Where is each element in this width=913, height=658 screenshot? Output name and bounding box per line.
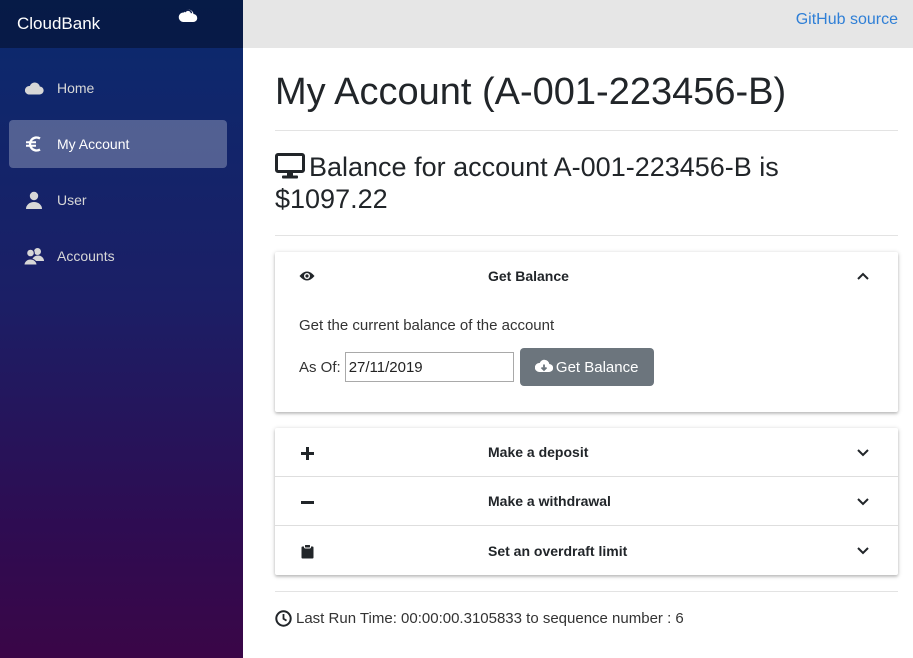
- panel-title: Make a withdrawal: [488, 493, 611, 509]
- overdraft-header[interactable]: Set an overdraft limit: [275, 526, 898, 575]
- panel-description: Get the current balance of the account: [299, 317, 555, 334]
- panel-title: Make a deposit: [488, 444, 589, 460]
- chevron-down-icon: [857, 498, 869, 506]
- button-label: Get Balance: [555, 358, 639, 376]
- brand-name[interactable]: CloudBank: [17, 14, 100, 34]
- eye-icon: [298, 268, 316, 284]
- panel-title: Get Balance: [488, 268, 569, 284]
- sidebar-item-home[interactable]: Home: [9, 64, 227, 112]
- cloud-icon: [178, 9, 198, 23]
- actions-accordion: Make a deposit Make a withdrawal Set an …: [275, 428, 898, 575]
- divider: [275, 591, 898, 592]
- divider: [275, 130, 898, 131]
- sidebar-item-my-account[interactable]: My Account: [9, 120, 227, 168]
- balance-text: Balance for account A-001-223456-B is $1…: [275, 152, 779, 214]
- as-of-row: As Of: Get Balance: [299, 348, 874, 386]
- cloud-download-icon: [534, 359, 553, 373]
- plus-icon: [298, 445, 316, 461]
- get-balance-button[interactable]: Get Balance: [519, 348, 654, 386]
- users-icon: [24, 247, 44, 265]
- last-run-footer: Last Run Time: 00:00:00.3105833 to seque…: [275, 610, 898, 627]
- as-of-date-input[interactable]: [344, 352, 514, 382]
- minus-icon: [298, 494, 316, 510]
- top-bar: GitHub source: [243, 0, 913, 48]
- sidebar-item-label: Home: [57, 80, 95, 96]
- chevron-down-icon: [857, 547, 869, 555]
- sidebar-nav: Home My Account User Accounts: [0, 48, 243, 280]
- clipboard-icon: [298, 543, 316, 559]
- get-balance-body: Get the current balance of the account A…: [275, 300, 898, 412]
- sidebar-item-label: User: [57, 192, 87, 208]
- monitor-icon: [275, 153, 305, 179]
- sidebar-item-label: My Account: [57, 136, 130, 152]
- panel-title: Set an overdraft limit: [488, 542, 628, 559]
- main-content: My Account (A-001-223456-B) Balance for …: [275, 48, 898, 627]
- get-balance-panel: Get Balance Get the current balance of t…: [275, 252, 898, 412]
- deposit-header[interactable]: Make a deposit: [275, 428, 898, 477]
- last-run-text: Last Run Time: 00:00:00.3105833 to seque…: [296, 610, 684, 627]
- sidebar: CloudBank Home My Account User Accounts: [0, 0, 243, 658]
- chevron-down-icon: [857, 449, 869, 457]
- get-balance-header[interactable]: Get Balance: [275, 252, 898, 300]
- divider: [275, 235, 898, 236]
- github-source-link[interactable]: GitHub source: [796, 11, 898, 29]
- sidebar-item-user[interactable]: User: [9, 176, 227, 224]
- withdrawal-header[interactable]: Make a withdrawal: [275, 477, 898, 526]
- sidebar-item-label: Accounts: [57, 248, 115, 264]
- as-of-label: As Of:: [299, 358, 341, 376]
- clock-icon: [275, 610, 292, 627]
- user-icon: [24, 191, 44, 209]
- page-title: My Account (A-001-223456-B): [275, 71, 787, 113]
- sidebar-item-accounts[interactable]: Accounts: [9, 232, 227, 280]
- euro-icon: [24, 135, 44, 153]
- cloud-icon: [24, 79, 44, 97]
- chevron-up-icon: [857, 272, 869, 280]
- brand-bar: CloudBank: [0, 0, 243, 48]
- balance-heading: Balance for account A-001-223456-B is $1…: [275, 151, 898, 215]
